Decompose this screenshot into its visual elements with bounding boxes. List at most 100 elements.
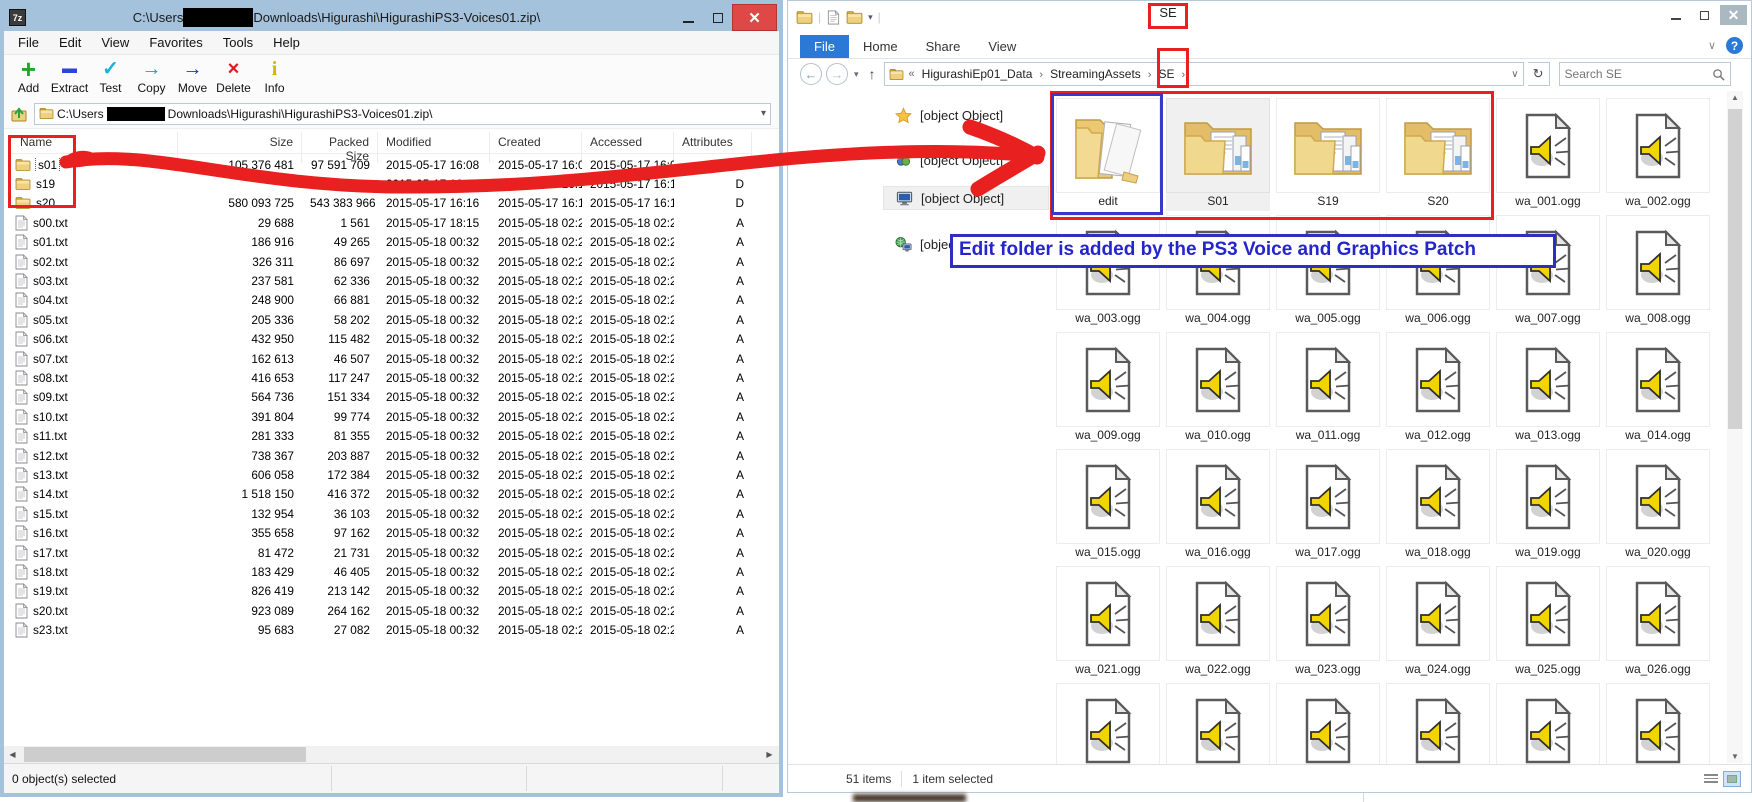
file-tile[interactable]: wa_002.ogg bbox=[1606, 98, 1710, 211]
menu-item[interactable]: View bbox=[91, 33, 139, 52]
table-row[interactable]: s04.txt 248 900 66 881 2015-05-18 00:32 … bbox=[12, 291, 752, 310]
chevron-down-icon[interactable]: ▾ bbox=[868, 12, 873, 23]
scroll-down-icon[interactable]: ▼ bbox=[1727, 752, 1743, 761]
chevron-down-icon[interactable]: ▾ bbox=[761, 108, 766, 119]
file-tile[interactable]: wa_003.ogg bbox=[1056, 215, 1160, 328]
close-button[interactable]: ✕ bbox=[732, 4, 777, 31]
search-box[interactable] bbox=[1559, 62, 1731, 86]
scroll-up-icon[interactable]: ▲ bbox=[1727, 93, 1743, 102]
refresh-button[interactable]: ↻ bbox=[1528, 62, 1550, 86]
file-tile[interactable]: wa_015.ogg bbox=[1056, 449, 1160, 562]
file-tile[interactable]: S19 bbox=[1276, 98, 1380, 211]
up-button[interactable]: ↑ bbox=[865, 66, 880, 82]
horizontal-scrollbar[interactable]: ◀ ▶ bbox=[4, 746, 779, 763]
close-button[interactable]: ✕ bbox=[1720, 5, 1747, 25]
scrollbar-thumb[interactable] bbox=[1728, 109, 1742, 429]
table-row[interactable]: s06.txt 432 950 115 482 2015-05-18 00:32… bbox=[12, 330, 752, 349]
minimize-button[interactable] bbox=[1662, 5, 1689, 25]
tab-home[interactable]: Home bbox=[849, 35, 912, 58]
file-tile[interactable]: wa_026.ogg bbox=[1606, 566, 1710, 679]
recent-locations-icon[interactable]: ▾ bbox=[852, 69, 861, 80]
file-tile[interactable] bbox=[1056, 683, 1160, 764]
file-tile[interactable]: wa_011.ogg bbox=[1276, 332, 1380, 445]
table-row[interactable]: s15.txt 132 954 36 103 2015-05-18 00:32 … bbox=[12, 504, 752, 523]
toolbar-button[interactable]: → Move bbox=[174, 57, 211, 95]
toolbar-button[interactable]: → Copy bbox=[133, 57, 170, 95]
file-tile[interactable] bbox=[1166, 683, 1270, 764]
search-icon[interactable] bbox=[1712, 68, 1725, 81]
file-tile[interactable]: S20 bbox=[1386, 98, 1490, 211]
file-tile[interactable]: wa_025.ogg bbox=[1496, 566, 1600, 679]
menu-item[interactable]: Favorites bbox=[139, 33, 212, 52]
back-button[interactable]: ← bbox=[800, 63, 822, 85]
minimize-button[interactable] bbox=[674, 4, 703, 31]
table-row[interactable]: s01.txt 186 916 49 265 2015-05-18 00:32 … bbox=[12, 233, 752, 252]
up-folder-icon[interactable] bbox=[10, 105, 28, 123]
table-row[interactable]: s23.txt 95 683 27 082 2015-05-18 00:32 2… bbox=[12, 620, 752, 639]
file-tile[interactable]: wa_013.ogg bbox=[1496, 332, 1600, 445]
file-tile[interactable]: wa_019.ogg bbox=[1496, 449, 1600, 562]
breadcrumb-item[interactable]: HigurashiEp01_Data bbox=[920, 67, 1035, 81]
menu-item[interactable]: Tools bbox=[213, 33, 263, 52]
new-folder-icon[interactable] bbox=[846, 10, 863, 25]
search-input[interactable] bbox=[1565, 67, 1705, 81]
file-tile[interactable]: wa_018.ogg bbox=[1386, 449, 1490, 562]
scrollbar-thumb[interactable] bbox=[24, 747, 306, 762]
file-tile[interactable]: wa_001.ogg bbox=[1496, 98, 1600, 211]
breadcrumb-item[interactable]: SE bbox=[1156, 67, 1176, 81]
sevenzip-titlebar[interactable]: 7z C:\UsersDownloads\Higurashi\Higurashi… bbox=[4, 4, 779, 31]
file-tile[interactable]: wa_010.ogg bbox=[1166, 332, 1270, 445]
table-row[interactable]: s14.txt 1 518 150 416 372 2015-05-18 00:… bbox=[12, 485, 752, 504]
tab-view[interactable]: View bbox=[974, 35, 1030, 58]
menu-item[interactable]: Edit bbox=[49, 33, 91, 52]
address-bar[interactable]: « HigurashiEp01_Data›StreamingAssets›SE›… bbox=[884, 62, 1524, 86]
vertical-scrollbar[interactable]: ▲ ▼ bbox=[1727, 91, 1743, 763]
table-row[interactable]: s19 2015-05-17 16:15 2015-05-17 16:14 20… bbox=[12, 174, 752, 193]
table-row[interactable]: s20 580 093 725 543 383 966 2015-05-17 1… bbox=[12, 194, 752, 213]
file-tile[interactable]: S01 bbox=[1166, 98, 1270, 211]
file-tile[interactable]: wa_008.ogg bbox=[1606, 215, 1710, 328]
maximize-button[interactable] bbox=[1691, 5, 1718, 25]
folder-icon[interactable] bbox=[796, 10, 813, 25]
table-row[interactable]: s09.txt 564 736 151 334 2015-05-18 00:32… bbox=[12, 388, 752, 407]
table-row[interactable]: s13.txt 606 058 172 384 2015-05-18 00:32… bbox=[12, 465, 752, 484]
file-tile[interactable]: wa_012.ogg bbox=[1386, 332, 1490, 445]
table-row[interactable]: s19.txt 826 419 213 142 2015-05-18 00:32… bbox=[12, 582, 752, 601]
sevenzip-address-bar[interactable]: C:\UsersDownloads\Higurashi\HigurashiPS3… bbox=[34, 103, 771, 125]
file-tile[interactable] bbox=[1606, 683, 1710, 764]
scroll-right-icon[interactable]: ▶ bbox=[761, 750, 778, 759]
table-row[interactable]: s02.txt 326 311 86 697 2015-05-18 00:32 … bbox=[12, 252, 752, 271]
file-tile[interactable] bbox=[1276, 683, 1380, 764]
tab-share[interactable]: Share bbox=[912, 35, 975, 58]
table-row[interactable]: s20.txt 923 089 264 162 2015-05-18 00:32… bbox=[12, 601, 752, 620]
table-row[interactable]: s12.txt 738 367 203 887 2015-05-18 00:32… bbox=[12, 446, 752, 465]
toolbar-button[interactable]: ✓ Test bbox=[92, 57, 129, 95]
toolbar-button[interactable]: × Delete bbox=[215, 57, 252, 95]
file-tile[interactable]: edit bbox=[1056, 98, 1160, 211]
file-tile[interactable] bbox=[1386, 683, 1490, 764]
file-tile[interactable]: wa_014.ogg bbox=[1606, 332, 1710, 445]
file-tile[interactable]: wa_023.ogg bbox=[1276, 566, 1380, 679]
maximize-button[interactable] bbox=[703, 4, 732, 31]
toolbar-button[interactable]: ▬ Extract bbox=[51, 57, 88, 95]
sidebar-item[interactable]: [object Object] bbox=[883, 103, 1049, 127]
scroll-left-icon[interactable]: ◀ bbox=[4, 750, 21, 759]
file-tile[interactable]: wa_017.ogg bbox=[1276, 449, 1380, 562]
table-row[interactable]: s18.txt 183 429 46 405 2015-05-18 00:32 … bbox=[12, 562, 752, 581]
table-row[interactable]: s16.txt 355 658 97 162 2015-05-18 00:32 … bbox=[12, 523, 752, 542]
table-row[interactable]: s08.txt 416 653 117 247 2015-05-18 00:32… bbox=[12, 368, 752, 387]
table-row[interactable]: s17.txt 81 472 21 731 2015-05-18 00:32 2… bbox=[12, 543, 752, 562]
table-row[interactable]: s07.txt 162 613 46 507 2015-05-18 00:32 … bbox=[12, 349, 752, 368]
menu-item[interactable]: File bbox=[8, 33, 49, 52]
forward-button[interactable]: → bbox=[826, 63, 848, 85]
file-tile[interactable]: wa_005.ogg bbox=[1276, 215, 1380, 328]
table-row[interactable]: s03.txt 237 581 62 336 2015-05-18 00:32 … bbox=[12, 271, 752, 290]
table-row[interactable]: s10.txt 391 804 99 774 2015-05-18 00:32 … bbox=[12, 407, 752, 426]
details-view-icon[interactable] bbox=[1703, 772, 1719, 786]
explorer-titlebar[interactable]: | ▾ | SE ✕ bbox=[788, 1, 1751, 33]
menu-item[interactable]: Help bbox=[263, 33, 310, 52]
chevron-down-icon[interactable]: ∨ bbox=[1511, 69, 1518, 80]
file-tile[interactable]: wa_007.ogg bbox=[1496, 215, 1600, 328]
breadcrumb-item[interactable]: StreamingAssets bbox=[1048, 67, 1143, 81]
file-tile[interactable]: wa_006.ogg bbox=[1386, 215, 1490, 328]
